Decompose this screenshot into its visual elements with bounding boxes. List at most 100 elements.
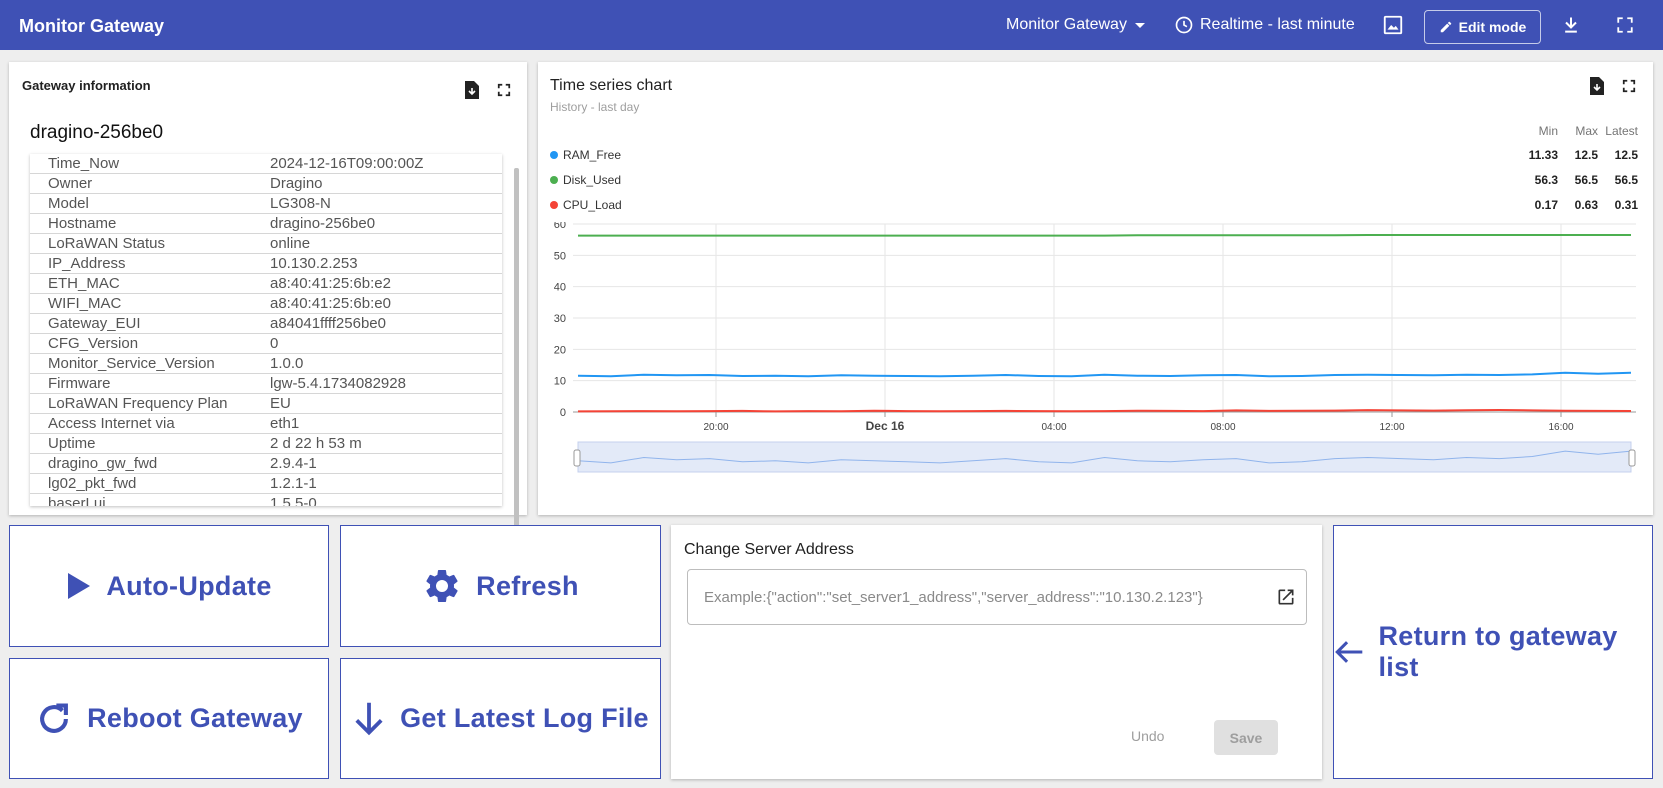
y-tick-label: 50 — [554, 250, 566, 262]
fullscreen-icon — [1617, 17, 1633, 33]
table-row: IP_Address 10.130.2.253 — [30, 254, 502, 274]
top-toolbar: Monitor Gateway Monitor Gateway Realtime… — [0, 0, 1663, 50]
table-row: Hostname dragino-256be0 — [30, 214, 502, 234]
refresh-button[interactable]: Refresh — [340, 525, 661, 647]
row-key: WIFI_MAC — [48, 295, 122, 312]
timeseries-title: Time series chart — [550, 77, 673, 94]
legend-item-disk-used[interactable]: Disk_Used 56.3 56.5 56.5 — [550, 171, 1638, 189]
table-row: baserLui 1.5.5-0 — [30, 494, 502, 506]
row-key: baserLui — [48, 495, 106, 506]
download-button[interactable] — [1556, 0, 1586, 50]
row-value: online — [270, 235, 311, 252]
row-value: 1.0.0 — [270, 355, 304, 372]
legend-latest: 56.5 — [1614, 173, 1638, 187]
timeseries-chart[interactable]: 0 10 20 30 40 50 60 20:00 Dec 16 04:00 08:00 12:00 1… — [538, 222, 1653, 512]
row-key: Owner — [48, 175, 93, 192]
legend-min: 56.3 — [1534, 173, 1558, 187]
row-value: 1.2.1-1 — [270, 475, 317, 492]
timewindow-button[interactable]: Realtime - last minute — [1174, 0, 1355, 50]
scrollbar[interactable] — [514, 168, 519, 532]
auto-update-button[interactable]: Auto-Update — [9, 525, 329, 647]
fullscreen-button[interactable] — [1610, 0, 1640, 50]
table-row: lg02_pkt_fwd 1.2.1-1 — [30, 474, 502, 494]
row-key: Uptime — [48, 435, 96, 452]
gear-icon — [426, 569, 458, 603]
return-gateway-list-button[interactable]: Return to gateway list — [1333, 525, 1653, 779]
table-row: CFG_Version 0 — [30, 334, 502, 354]
legend-min: 0.17 — [1534, 198, 1558, 212]
legend-item-cpu-load[interactable]: CPU_Load 0.17 0.63 0.31 — [550, 196, 1638, 214]
series-line-ram-free — [577, 371, 1632, 378]
legend-max: 56.5 — [1574, 173, 1598, 187]
arrow-down-icon — [355, 702, 383, 735]
row-key: Time_Now — [48, 155, 120, 172]
server-address-title: Change Server Address — [684, 541, 854, 558]
edit-mode-button[interactable]: Edit mode — [1424, 10, 1541, 44]
table-row: Uptime 2 d 22 h 53 m — [30, 434, 502, 454]
get-log-button[interactable]: Get Latest Log File — [340, 658, 661, 779]
export-file-icon[interactable] — [1588, 77, 1606, 95]
row-value: lgw-5.4.1734082928 — [270, 375, 406, 392]
row-key: dragino_gw_fwd — [48, 455, 158, 472]
image-export-button[interactable] — [1378, 0, 1408, 50]
undo-button[interactable]: Undo — [1131, 728, 1164, 744]
legend-header-min: Min — [1538, 124, 1558, 138]
row-key: ETH_MAC — [48, 275, 120, 292]
legend-item-ram-free[interactable]: RAM_Free 11.33 12.5 12.5 — [550, 146, 1638, 164]
get-log-label: Get Latest Log File — [400, 703, 649, 733]
dashboard-state-label: Monitor Gateway — [1006, 16, 1127, 33]
row-key: LoRaWAN Frequency Plan — [48, 395, 228, 412]
x-tick-label: 08:00 — [1210, 422, 1235, 433]
navigator-handle-left — [573, 449, 581, 467]
row-key: LoRaWAN Status — [48, 235, 165, 252]
row-value: a84041ffff256be0 — [270, 315, 386, 332]
table-row: ETH_MAC a8:40:41:25:6b:e2 — [30, 274, 502, 294]
series-line-cpu-load — [577, 408, 1632, 413]
row-value: a8:40:41:25:6b:e0 — [270, 295, 391, 312]
timeseries-card: Time series chart History - last day Min… — [538, 62, 1653, 515]
legend-dot — [550, 176, 558, 184]
row-value: 1.5.5-0 — [270, 495, 317, 506]
fullscreen-icon[interactable] — [1620, 77, 1638, 95]
table-row: Model LG308-N — [30, 194, 502, 214]
server-address-field[interactable] — [687, 569, 1307, 625]
row-key: Model — [48, 195, 89, 212]
dashboard-state-select[interactable]: Monitor Gateway — [1006, 0, 1145, 50]
row-key: CFG_Version — [48, 335, 139, 352]
row-key: Firmware — [48, 375, 111, 392]
table-row: Access Internet via eth1 — [30, 414, 502, 434]
legend-min: 11.33 — [1528, 148, 1558, 162]
table-row: Time_Now 2024-12-16T09:00:00Z — [30, 154, 502, 174]
fullscreen-icon[interactable] — [495, 81, 513, 99]
gateway-info-title: Gateway information — [22, 78, 151, 93]
row-key: IP_Address — [48, 255, 126, 272]
table-row: Gateway_EUI a84041ffff256be0 — [30, 314, 502, 334]
reboot-gateway-label: Reboot Gateway — [87, 703, 303, 733]
table-row: WIFI_MAC a8:40:41:25:6b:e0 — [30, 294, 502, 314]
auto-update-label: Auto-Update — [106, 570, 272, 601]
legend-dot — [550, 151, 558, 159]
open-in-new-icon[interactable] — [1276, 587, 1296, 612]
x-tick-label: 16:00 — [1548, 422, 1573, 433]
gateway-info-card: Gateway information dragino-256be0 Time_… — [9, 62, 527, 532]
row-key: Access Internet via — [48, 415, 175, 432]
x-tick-label: 20:00 — [703, 422, 728, 433]
row-value: 2024-12-16T09:00:00Z — [270, 155, 424, 172]
server-address-card: Change Server Address Undo Save — [671, 525, 1322, 779]
server-address-input[interactable] — [704, 588, 1259, 606]
save-button[interactable]: Save — [1214, 720, 1278, 755]
timeseries-subtitle: History - last day — [550, 100, 640, 114]
image-icon — [1383, 15, 1403, 35]
play-icon — [68, 573, 91, 599]
navigator-handle-right — [1628, 449, 1636, 467]
y-tick-label: 60 — [554, 222, 566, 231]
x-tick-label: 12:00 — [1379, 422, 1404, 433]
export-file-icon[interactable] — [463, 81, 481, 99]
row-value: 2.9.4-1 — [270, 455, 317, 472]
reboot-gateway-button[interactable]: Reboot Gateway — [9, 658, 329, 779]
download-icon — [1565, 17, 1577, 33]
y-tick-label: 20 — [554, 344, 566, 356]
row-key: Gateway_EUI — [48, 315, 141, 332]
legend-max: 0.63 — [1574, 198, 1598, 212]
gateway-name: dragino-256be0 — [30, 122, 164, 143]
